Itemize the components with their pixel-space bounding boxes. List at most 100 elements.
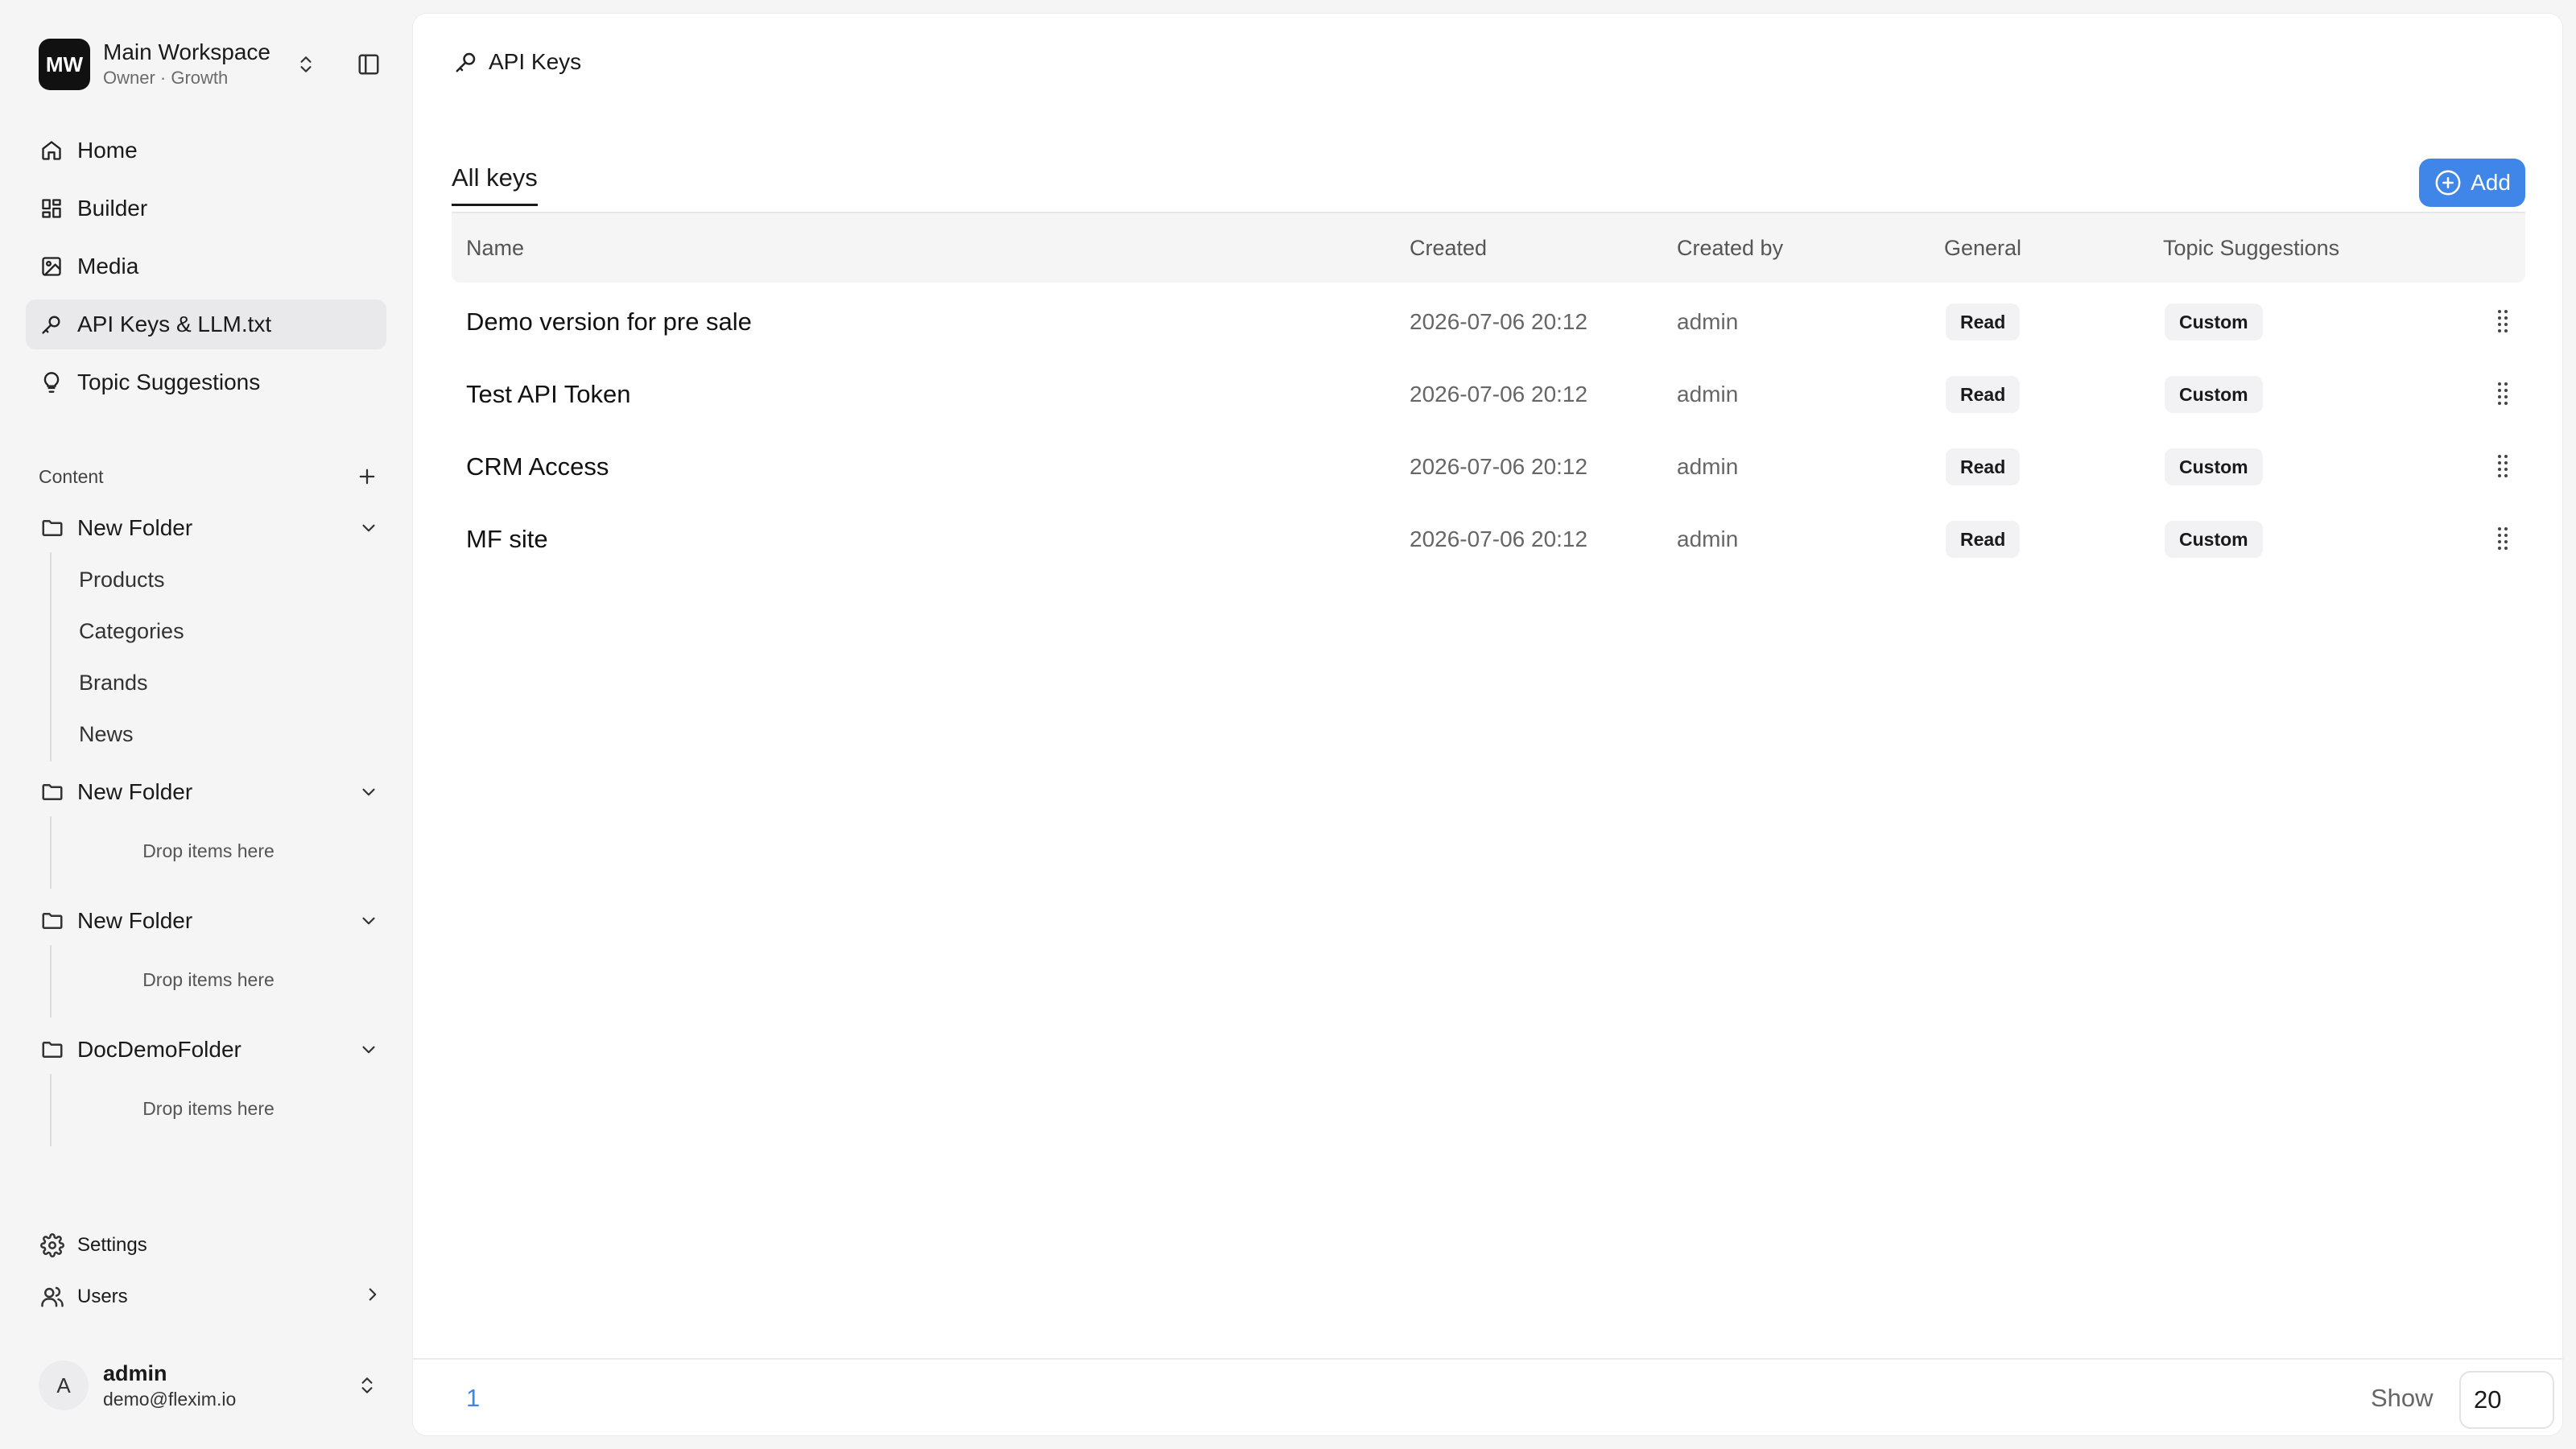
folder-icon [39, 1036, 66, 1063]
workspace-avatar: MW [39, 39, 90, 90]
main-panel: API Keys All keys Add Name Created Creat… [412, 13, 2564, 1436]
row-actions [2487, 431, 2519, 503]
column-header-general[interactable]: General [1944, 213, 2021, 283]
nav-item-topic-suggestions[interactable]: Topic Suggestions [26, 357, 386, 407]
pagination-page-1[interactable]: 1 [466, 1384, 480, 1413]
table-row[interactable]: MF site 2026-07-06 20:12 admin Read Cust… [452, 503, 2525, 576]
key-created: 2026-07-06 20:12 [1410, 382, 1588, 407]
key-created: 2026-07-06 20:12 [1410, 454, 1588, 479]
drag-handle-icon[interactable] [2487, 306, 2519, 338]
nav-item-builder[interactable]: Builder [26, 184, 386, 233]
topic-cell: Custom [2165, 358, 2263, 431]
avatar: A [39, 1360, 89, 1410]
sidebar: MW Main Workspace Owner · Growth Home Bu… [0, 0, 411, 1449]
general-cell: Read [1946, 358, 2021, 431]
permission-badge: Custom [2165, 521, 2263, 558]
folder-child-item[interactable]: Brands [79, 667, 148, 699]
row-actions [2487, 286, 2519, 358]
key-created: 2026-07-06 20:12 [1410, 309, 1588, 334]
nav-item-home[interactable]: Home [26, 126, 386, 175]
nav-item-label: Topic Suggestions [77, 369, 261, 394]
settings-label: Settings [77, 1234, 147, 1256]
folder-icon [39, 778, 66, 806]
users-nav-item[interactable]: Users [39, 1278, 383, 1315]
folder-name: DocDemoFolder [77, 1037, 242, 1062]
add-content-plus-icon[interactable] [351, 460, 383, 493]
topic-cell: Custom [2165, 503, 2263, 576]
key-created-by: admin [1677, 309, 1739, 334]
chevrons-up-down-icon[interactable] [290, 48, 322, 80]
add-key-label: Add [2471, 170, 2511, 195]
folder-item[interactable]: New Folder [39, 901, 383, 941]
folder-child-item[interactable]: News [79, 718, 134, 750]
permission-badge: Custom [2165, 376, 2263, 413]
folder-child-item[interactable]: Categories [79, 615, 184, 647]
drag-handle-icon[interactable] [2487, 523, 2519, 555]
plus-circle-icon [2434, 168, 2462, 197]
key-icon [452, 47, 481, 76]
folder-item[interactable]: New Folder [39, 772, 383, 812]
chevron-right-icon[interactable] [362, 1284, 383, 1311]
chevron-down-icon[interactable] [354, 1035, 383, 1064]
workspace-switcher[interactable]: MW Main Workspace Owner · Growth [39, 37, 385, 92]
folder-name: New Folder [77, 908, 193, 933]
key-name: MF site [466, 525, 548, 553]
sidebar-toggle-icon[interactable] [353, 48, 385, 80]
general-cell: Read [1946, 503, 2021, 576]
drag-handle-icon[interactable] [2487, 378, 2519, 411]
permission-badge: Read [1946, 376, 2021, 413]
page-title: API Keys [452, 47, 581, 76]
user-info: admin demo@flexim.io [103, 1360, 351, 1411]
column-header-created-by[interactable]: Created by [1677, 213, 1783, 283]
users-icon [39, 1283, 66, 1311]
nav-item-media[interactable]: Media [26, 242, 386, 291]
page-title-text: API Keys [489, 49, 582, 74]
table-row[interactable]: Test API Token 2026-07-06 20:12 admin Re… [452, 358, 2525, 431]
table-header: Name Created Created by General Topic Su… [452, 213, 2525, 283]
chevron-down-icon[interactable] [354, 514, 383, 543]
row-actions [2487, 358, 2519, 431]
page-size-input[interactable]: 20 [2459, 1371, 2554, 1429]
column-header-topic-suggestions[interactable]: Topic Suggestions [2163, 213, 2339, 283]
page-size-label: Show [2371, 1384, 2434, 1412]
main-nav: Home Builder Media API Keys & LLM.txt To… [26, 126, 386, 415]
permission-badge: Read [1946, 521, 2021, 558]
folder-item[interactable]: DocDemoFolder [39, 1030, 383, 1070]
nav-item-api-keys[interactable]: API Keys & LLM.txt [26, 299, 386, 349]
user-email: demo@flexim.io [103, 1389, 237, 1410]
user-menu[interactable]: A admin demo@flexim.io [39, 1356, 383, 1415]
chevron-down-icon[interactable] [354, 778, 383, 807]
folder-child-item[interactable]: Products [79, 564, 165, 596]
content-section-header: Content [39, 460, 383, 493]
add-key-button[interactable]: Add [2419, 159, 2525, 207]
permission-badge: Read [1946, 448, 2021, 485]
drop-zone-hint[interactable]: Drop items here [52, 969, 365, 991]
general-cell: Read [1946, 431, 2021, 503]
drop-zone-hint[interactable]: Drop items here [52, 840, 365, 862]
column-header-name[interactable]: Name [466, 213, 524, 283]
tab-all-keys[interactable]: All keys [452, 163, 538, 206]
drop-zone-hint[interactable]: Drop items here [52, 1098, 365, 1120]
topic-cell: Custom [2165, 431, 2263, 503]
folder-item[interactable]: New Folder [39, 508, 383, 548]
user-name: admin [103, 1361, 167, 1385]
key-name: Test API Token [466, 380, 631, 408]
workspace-name: Main Workspace [103, 39, 271, 64]
chevron-down-icon[interactable] [354, 906, 383, 935]
lightbulb-icon [39, 369, 64, 395]
folder-icon [39, 514, 66, 542]
chevrons-up-down-icon[interactable] [351, 1369, 383, 1402]
nav-item-label: Media [77, 254, 139, 279]
table-row[interactable]: Demo version for pre sale 2026-07-06 20:… [452, 286, 2525, 358]
permission-badge: Custom [2165, 448, 2263, 485]
table-row[interactable]: CRM Access 2026-07-06 20:12 admin Read C… [452, 431, 2525, 503]
tree-guide-line [50, 552, 52, 762]
workspace-info: Main Workspace Owner · Growth [103, 39, 290, 90]
column-header-created[interactable]: Created [1410, 213, 1487, 283]
drag-handle-icon[interactable] [2487, 451, 2519, 483]
general-cell: Read [1946, 286, 2021, 358]
settings-nav-item[interactable]: Settings [39, 1227, 383, 1264]
nav-item-label: API Keys & LLM.txt [77, 312, 272, 336]
key-created-by: admin [1677, 382, 1739, 407]
permission-badge: Read [1946, 303, 2021, 341]
